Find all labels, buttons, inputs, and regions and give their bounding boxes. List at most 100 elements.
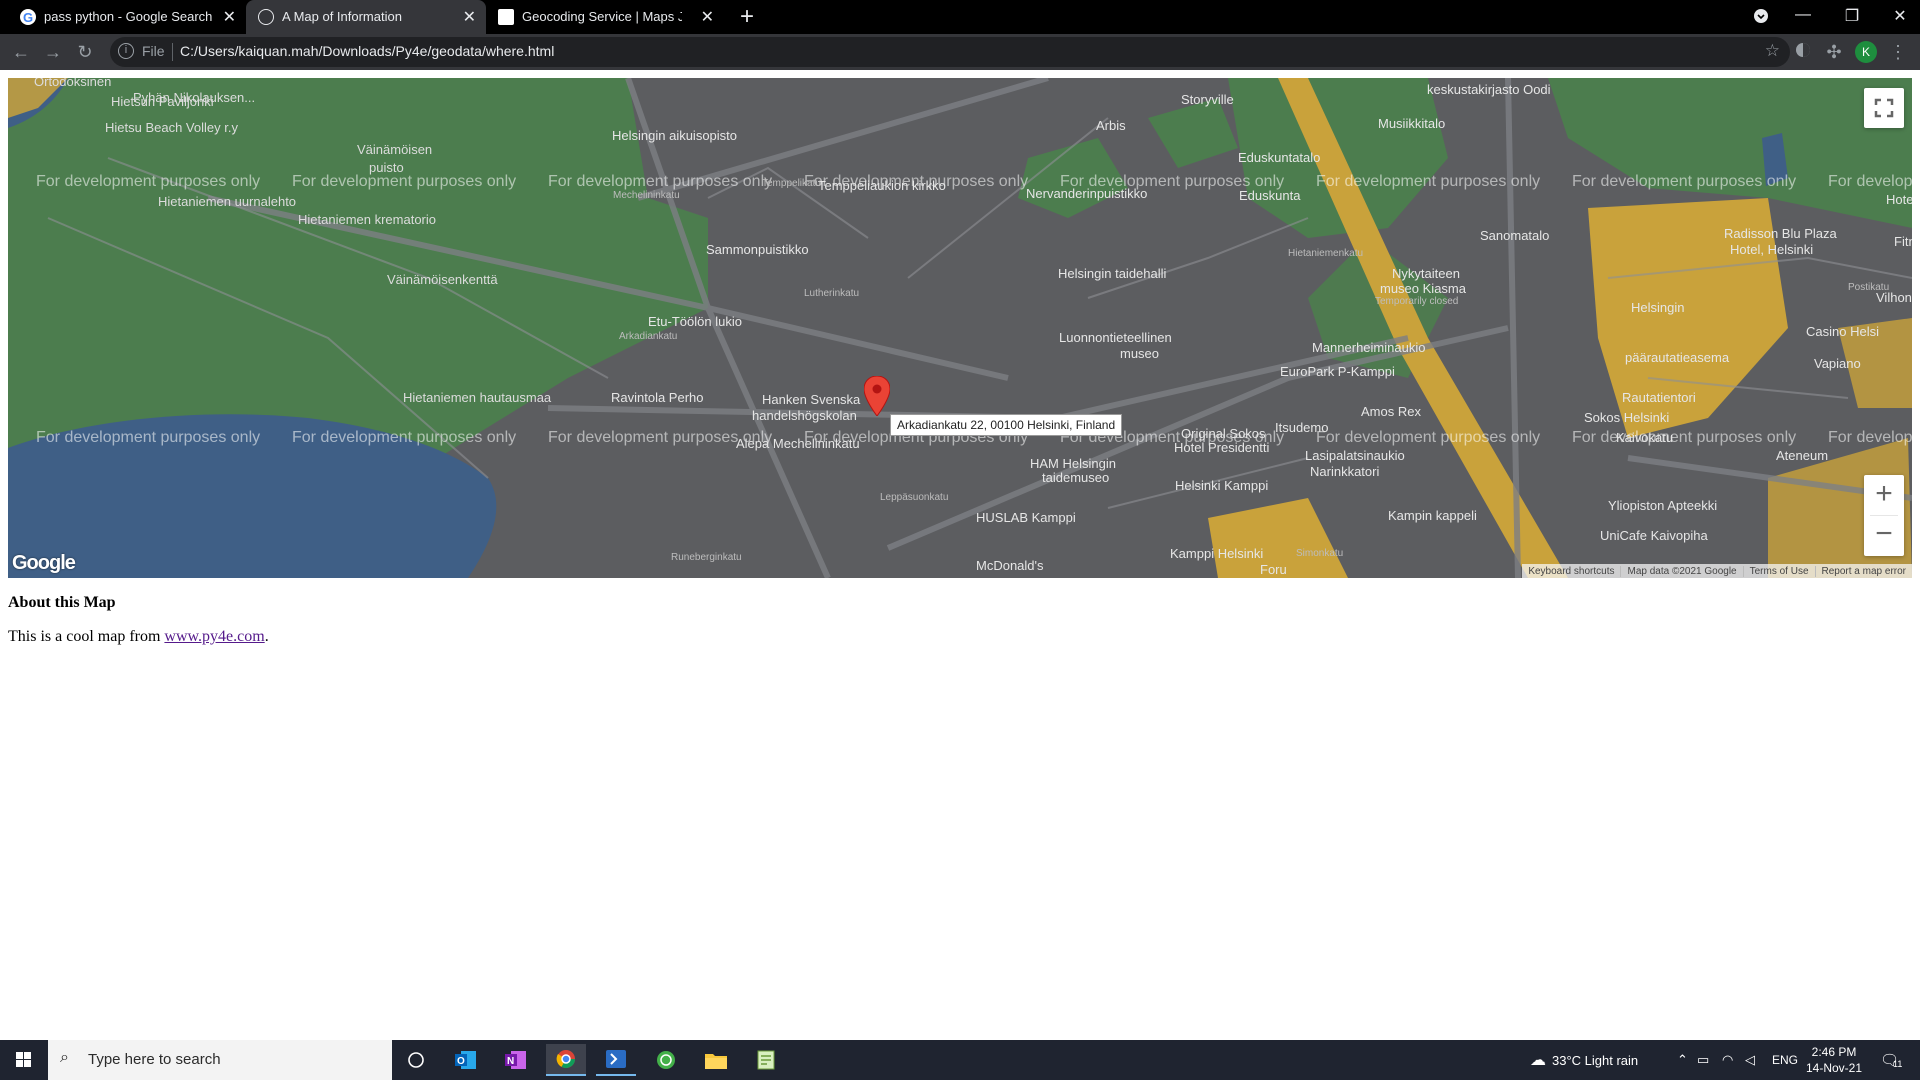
map-place-label[interactable]: HUSLAB Kamppi (976, 510, 1076, 525)
map-place-label[interactable]: Ortodoksinen (34, 78, 111, 89)
map-place-label[interactable]: Temppeliaukion kirkko (818, 178, 946, 193)
map-place-label[interactable]: Hanken Svenska (762, 392, 860, 407)
map-place-label[interactable]: Lutherinkatu (804, 288, 859, 299)
map-place-label[interactable]: Musiikkitalo (1378, 116, 1445, 131)
map-place-label[interactable]: EuroPark P-Kamppi (1280, 364, 1395, 379)
map-place-label[interactable]: Ateneum (1776, 448, 1828, 463)
map-place-label[interactable]: Temppelikatu (762, 178, 821, 189)
map-place-label[interactable]: Postikatu (1848, 282, 1889, 293)
volume-icon[interactable]: ◁ (1745, 1040, 1755, 1080)
map-place-label[interactable]: Väinämöisen (357, 142, 432, 157)
tab-geocoding-service[interactable]: Geocoding Service | Maps JavaS ✕ (486, 0, 724, 34)
map-place-label[interactable]: Sammonpuistikko (706, 242, 809, 257)
notepad-plus-plus-icon[interactable] (746, 1044, 786, 1076)
outlook-icon[interactable]: O (446, 1044, 486, 1076)
anaconda-icon[interactable] (646, 1044, 686, 1076)
map-place-label[interactable]: museo Kiasma (1380, 281, 1466, 296)
close-tab-icon[interactable]: ✕ (701, 7, 714, 27)
forward-icon[interactable]: → (42, 42, 64, 63)
notification-center-icon[interactable]: 🗨 11 (1880, 1040, 1902, 1080)
close-tab-icon[interactable]: ✕ (463, 7, 476, 27)
map-place-label[interactable]: Hietsu Beach Volley r.y (105, 120, 238, 135)
map-place-label[interactable]: Radisson Blu Plaza (1724, 226, 1837, 241)
extension-icon[interactable] (1792, 42, 1814, 63)
map-place-label[interactable]: Hietsun Paviljonki (111, 94, 214, 109)
map-place-label[interactable]: Hotel Presidentti (1174, 440, 1269, 455)
map-place-label[interactable]: Helsinki Kamppi (1175, 478, 1268, 493)
fullscreen-button[interactable] (1864, 88, 1904, 128)
map-place-label[interactable]: Väinämöisenkenttä (387, 272, 498, 287)
map-place-label[interactable]: Eduskunta (1239, 188, 1300, 203)
language-indicator[interactable]: ENG (1772, 1040, 1798, 1080)
map-place-label[interactable]: Vapiano (1814, 356, 1861, 371)
report-map-error-link[interactable]: Report a map error (1816, 566, 1912, 577)
address-bar[interactable]: i File C:/Users/kaiquan.mah/Downloads/Py… (110, 37, 1790, 67)
map-place-label[interactable]: Hotel A (1886, 192, 1912, 207)
map-place-label[interactable]: Helsingin taidehalli (1058, 266, 1166, 281)
map-place-label[interactable]: Kamppi Helsinki (1170, 546, 1263, 561)
map-place-label[interactable]: Hietaniemen uurnalehto (158, 194, 296, 209)
py4e-link[interactable]: www.py4e.com (164, 628, 264, 645)
map-place-label[interactable]: Narinkkatori (1310, 464, 1379, 479)
map-place-label[interactable]: McDonald's (976, 558, 1044, 573)
location-marker-icon[interactable] (864, 376, 890, 416)
map-place-label[interactable]: Arbis (1096, 118, 1126, 133)
terms-of-use-link[interactable]: Terms of Use (1744, 565, 1816, 577)
map-place-label[interactable]: Amos Rex (1361, 404, 1421, 419)
info-icon[interactable]: i (118, 43, 134, 59)
map-place-label[interactable]: Hietaniemenkatu (1288, 248, 1363, 259)
tab-map-of-information[interactable]: A Map of Information ✕ (246, 0, 486, 34)
bookmark-star-icon[interactable]: ☆ (1765, 41, 1780, 61)
close-tab-icon[interactable]: ✕ (223, 7, 236, 27)
map-place-label[interactable]: päärautatieasema (1625, 350, 1729, 365)
clock[interactable]: 2:46 PM 14-Nov-21 (1806, 1040, 1862, 1080)
file-explorer-icon[interactable] (696, 1044, 736, 1076)
map-place-label[interactable]: Nervanderinpuistikko (1026, 186, 1147, 201)
map-place-label[interactable]: taidemuseo (1042, 470, 1109, 485)
map-place-label[interactable]: puisto (369, 160, 404, 175)
map-place-label[interactable]: Sokos Helsinki (1584, 410, 1669, 425)
map-place-label[interactable]: Kampin kappeli (1388, 508, 1477, 523)
map-place-label[interactable]: Sanomatalo (1480, 228, 1549, 243)
map-place-label[interactable]: Lasipalatsinaukio (1305, 448, 1405, 463)
zoom-in-button[interactable]: + (1864, 475, 1904, 515)
map-place-label[interactable]: Hietaniemen hautausmaa (403, 390, 551, 405)
tab-google-search[interactable]: G pass python - Google Search ✕ (8, 0, 246, 34)
map-place-label[interactable]: Mechelininkatu (613, 190, 680, 201)
map-place-label[interactable]: Runeberginkatu (671, 552, 742, 563)
chrome-icon[interactable] (546, 1044, 586, 1076)
new-tab-button[interactable]: + (740, 3, 754, 31)
map-place-label[interactable]: Helsingin (1631, 300, 1684, 315)
tab-search-icon[interactable] (1751, 8, 1771, 29)
url-text[interactable]: C:/Users/kaiquan.mah/Downloads/Py4e/geod… (180, 43, 554, 59)
map-place-label[interactable]: Hotel, Helsinki (1730, 242, 1813, 257)
powershell-icon[interactable] (596, 1044, 636, 1076)
weather-widget[interactable]: ☁ 33°C Light rain (1530, 1040, 1638, 1080)
map-place-label[interactable]: Alepa Mechelininkatu (736, 436, 860, 451)
map-place-label[interactable]: museo (1120, 346, 1159, 361)
minimize-icon[interactable]: — (1793, 6, 1813, 24)
wifi-icon[interactable]: ◠ (1722, 1040, 1733, 1080)
back-icon[interactable]: ← (10, 42, 32, 63)
map-place-label[interactable]: keskustakirjasto Oodi (1427, 82, 1551, 97)
map-place-label[interactable]: Helsingin aikuisopisto (612, 128, 737, 143)
map-place-label[interactable]: Arkadiankatu (619, 331, 677, 342)
profile-avatar[interactable]: K (1855, 41, 1877, 63)
menu-kebab-icon[interactable]: ⋮ (1887, 42, 1909, 63)
map-place-label[interactable]: Ravintola Perho (611, 390, 704, 405)
map-place-label[interactable]: Yliopiston Apteekki (1608, 498, 1717, 513)
google-map[interactable]: For development purposes only For develo… (8, 78, 1912, 578)
map-place-label[interactable]: Kaivokatu (1616, 430, 1673, 445)
map-place-label[interactable]: Mannerheiminaukio (1312, 340, 1425, 355)
map-place-label[interactable]: Fitne (1894, 234, 1912, 249)
reload-icon[interactable]: ↻ (74, 42, 96, 63)
map-place-label[interactable]: Original Sokos (1181, 426, 1266, 441)
map-place-label[interactable]: Eduskuntatalo (1238, 150, 1320, 165)
start-button[interactable] (0, 1040, 48, 1080)
close-window-icon[interactable]: ✕ (1890, 6, 1910, 26)
keyboard-shortcuts-link[interactable]: Keyboard shortcuts (1522, 565, 1622, 577)
taskbar-search-box[interactable]: ⌕ Type here to search (48, 1040, 392, 1080)
puzzle-extensions-icon[interactable]: ✣ (1823, 42, 1845, 63)
battery-icon[interactable]: ▭ (1697, 1040, 1709, 1080)
map-place-label[interactable]: Leppäsuonkatu (880, 492, 948, 503)
